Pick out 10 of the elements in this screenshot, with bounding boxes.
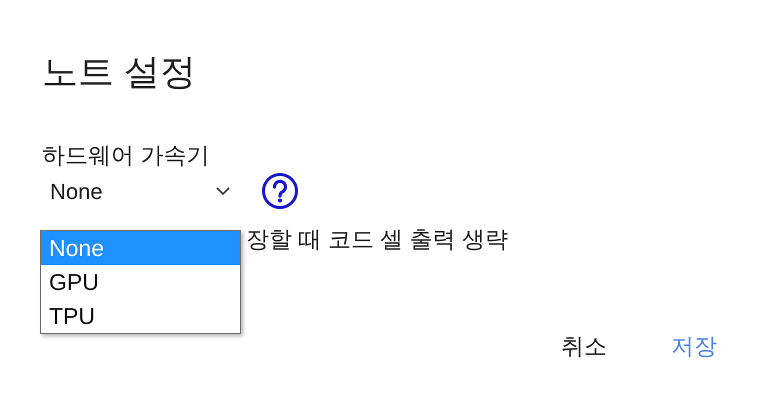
dropdown-option[interactable]: TPU	[41, 299, 240, 333]
dialog-title: 노트 설정	[42, 50, 196, 94]
cancel-button[interactable]: 취소	[557, 331, 611, 361]
option-label: 장할 때 코드 셀 출력 생략	[246, 226, 508, 252]
accelerator-select[interactable]: None	[42, 173, 235, 209]
help-icon[interactable]	[261, 172, 299, 210]
dropdown-option[interactable]: GPU	[41, 265, 240, 299]
save-button[interactable]: 저장	[667, 331, 721, 361]
field-label: 하드웨어 가속기	[42, 141, 210, 170]
chevron-icon	[215, 186, 231, 196]
